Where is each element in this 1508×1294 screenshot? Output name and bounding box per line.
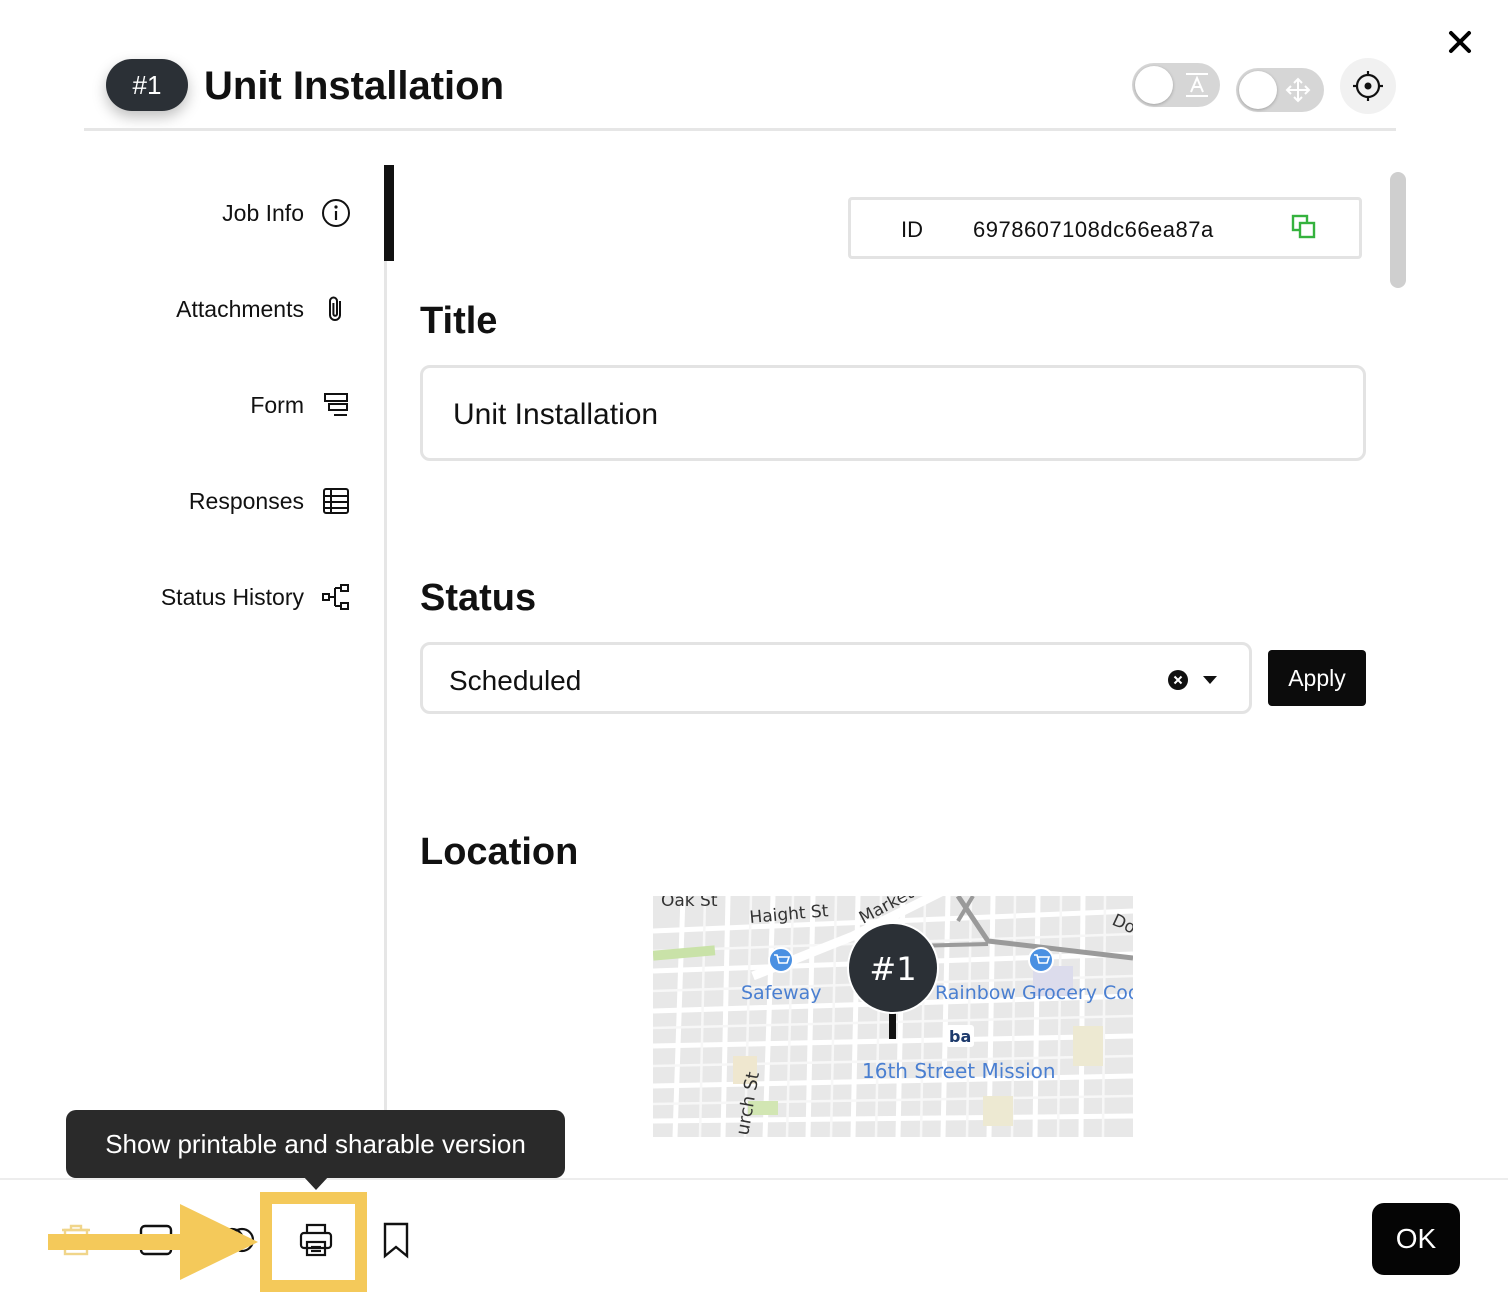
table-icon [323, 488, 349, 514]
location-heading: Location [420, 831, 579, 873]
printer-icon[interactable] [296, 1220, 336, 1260]
map-label-rainbow-grocery: Rainbow Grocery Coo [935, 982, 1133, 1004]
copy-icon[interactable] [1291, 214, 1317, 240]
sidebar-active-indicator [384, 165, 394, 261]
sidebar-item-form[interactable]: Form [250, 385, 352, 425]
id-label: ID [901, 217, 923, 242]
map-label-oak-st: Oak St [661, 896, 718, 911]
title-input-value: Unit Installation [453, 398, 659, 431]
toggle-knob [1239, 71, 1277, 109]
sidebar-item-label: Job Info [222, 199, 304, 226]
status-select-value: Scheduled [449, 665, 582, 696]
shopping-cart-icon [1028, 947, 1054, 973]
id-value: 6978607108dc66ea87a [973, 217, 1214, 242]
sidebar-item-label: Form [250, 391, 304, 418]
tooltip-pointer [303, 1176, 329, 1190]
sidebar-divider [384, 165, 387, 1180]
locate-button[interactable] [1340, 58, 1396, 114]
map-label-16th-street-mission: 16th Street Mission [862, 1059, 1056, 1083]
bookmark-icon[interactable] [376, 1220, 416, 1260]
shopping-cart-icon [768, 947, 794, 973]
arrow-annotation [48, 1204, 258, 1280]
move-icon [1285, 77, 1311, 103]
page-title: Unit Installation [204, 64, 504, 108]
chevron-down-icon[interactable] [1201, 673, 1219, 687]
print-tooltip: Show printable and sharable version [66, 1110, 565, 1178]
status-heading: Status [420, 577, 537, 619]
info-icon [322, 199, 350, 227]
sidebar-item-status-history[interactable]: Status History [161, 577, 352, 617]
job-id-field: ID 6978607108dc66ea87a [848, 197, 1362, 259]
close-icon[interactable] [1440, 22, 1480, 62]
sidebar-item-label: Attachments [176, 295, 304, 322]
text-toggle[interactable] [1132, 63, 1220, 107]
sidebar-item-label: Status History [160, 583, 304, 610]
sidebar-item-label: Responses [188, 487, 304, 514]
scrollbar-thumb[interactable] [1390, 172, 1406, 288]
sidebar-item-attachments[interactable]: Attachments [176, 289, 352, 329]
status-select[interactable]: Scheduled [420, 642, 1252, 714]
footer-divider [0, 1178, 1508, 1180]
ok-button[interactable]: OK [1372, 1203, 1460, 1275]
sidebar-item-responses[interactable]: Responses [189, 481, 352, 521]
job-number-badge: #1 [106, 59, 188, 111]
sidebar-item-job-info[interactable]: Job Info [222, 193, 352, 233]
bart-station-icon: ba [946, 1025, 974, 1047]
map-canvas: Oak St Haight St Market St Do urch St Sa… [653, 896, 1133, 1137]
hierarchy-icon [322, 584, 349, 610]
crosshair-icon [1353, 71, 1383, 101]
form-icon [324, 393, 348, 416]
header-divider [84, 128, 1396, 131]
title-heading: Title [420, 300, 498, 342]
paperclip-icon [329, 296, 341, 321]
clear-icon[interactable] [1167, 669, 1189, 691]
apply-button[interactable]: Apply [1268, 650, 1366, 706]
svg-text:ba: ba [949, 1027, 971, 1046]
title-input[interactable]: Unit Installation [420, 365, 1366, 461]
move-toggle[interactable] [1236, 68, 1324, 112]
location-map[interactable]: Oak St Haight St Market St Do urch St Sa… [653, 896, 1133, 1137]
toggle-knob [1135, 66, 1173, 104]
map-label-safeway: Safeway [741, 982, 822, 1004]
text-icon [1186, 73, 1208, 97]
map-pin-label: #1 [869, 950, 916, 988]
